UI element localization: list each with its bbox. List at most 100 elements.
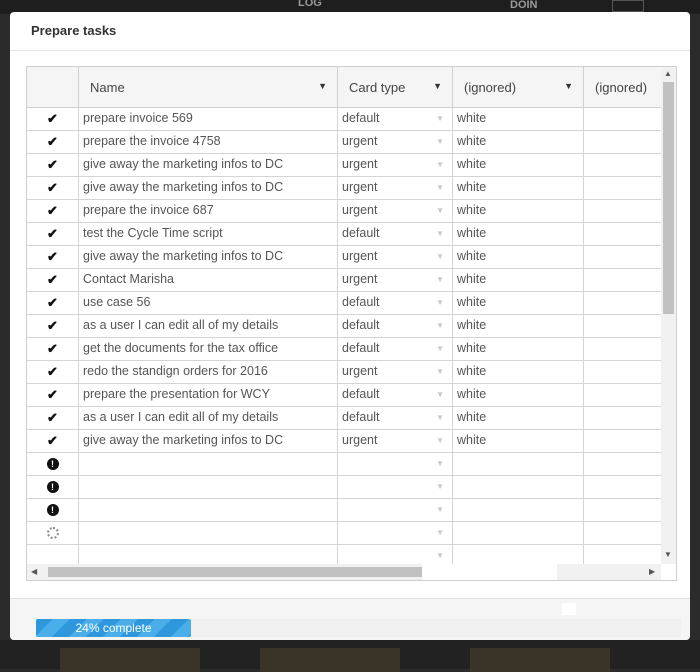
dropdown-arrow-icon[interactable]: ▼ xyxy=(436,154,444,175)
ignored-cell-empty[interactable] xyxy=(584,430,661,452)
dropdown-arrow-icon[interactable]: ▼ xyxy=(436,384,444,405)
card-type-cell[interactable]: default ▼ xyxy=(338,338,453,360)
card-type-cell[interactable]: default ▼ xyxy=(338,384,453,406)
card-type-cell[interactable]: ▼ xyxy=(338,522,453,544)
table-row[interactable]: ✔ give away the marketing infos to DC urge… xyxy=(27,246,661,269)
table-row[interactable]: ! ▼ xyxy=(27,453,661,476)
card-type-cell[interactable]: default ▼ xyxy=(338,108,453,130)
ignored-cell[interactable]: white xyxy=(453,384,584,406)
ignored-cell-empty[interactable] xyxy=(584,522,661,544)
ignored-cell-empty[interactable] xyxy=(584,476,661,498)
column-header[interactable]: (ignored) ▼ xyxy=(453,67,584,107)
table-row[interactable]: ! ▼ xyxy=(27,476,661,499)
ignored-cell[interactable]: white xyxy=(453,361,584,383)
table-row[interactable]: ! ▼ xyxy=(27,499,661,522)
table-row[interactable]: ✔ prepare the presentation for WCY default… xyxy=(27,384,661,407)
card-type-cell[interactable]: ▼ xyxy=(338,476,453,498)
ignored-cell[interactable]: white xyxy=(453,430,584,452)
ignored-cell-empty[interactable] xyxy=(584,384,661,406)
scroll-up-icon[interactable]: ▲ xyxy=(664,69,672,78)
ignored-cell-empty[interactable] xyxy=(584,177,661,199)
table-row[interactable]: ✔ give away the marketing infos to DC urge… xyxy=(27,430,661,453)
table-row[interactable]: ✔ as a user I can edit all of my details d… xyxy=(27,315,661,338)
ignored-cell[interactable]: white xyxy=(453,108,584,130)
dropdown-arrow-icon[interactable]: ▼ xyxy=(436,499,444,520)
ignored-cell-empty[interactable] xyxy=(584,246,661,268)
table-row[interactable]: ✔ give away the marketing infos to DC urge… xyxy=(27,154,661,177)
table-row[interactable]: ✔ Contact Marisha urgent ▼ white xyxy=(27,269,661,292)
column-header[interactable]: (ignored) xyxy=(584,67,661,107)
ignored-cell[interactable]: white xyxy=(453,223,584,245)
ignored-cell[interactable] xyxy=(453,499,584,521)
name-cell[interactable]: give away the marketing infos to DC xyxy=(79,246,338,268)
card-type-cell[interactable]: urgent ▼ xyxy=(338,361,453,383)
dropdown-arrow-icon[interactable]: ▼ xyxy=(436,246,444,267)
column-header[interactable]: Card type ▼ xyxy=(338,67,453,107)
ignored-cell-empty[interactable] xyxy=(584,338,661,360)
column-menu-icon[interactable]: ▼ xyxy=(433,81,442,91)
name-cell[interactable]: as a user I can edit all of my details xyxy=(79,407,338,429)
ignored-cell-empty[interactable] xyxy=(584,453,661,475)
card-type-cell[interactable]: urgent ▼ xyxy=(338,131,453,153)
ignored-cell[interactable] xyxy=(453,476,584,498)
ignored-cell[interactable]: white xyxy=(453,131,584,153)
ignored-cell-empty[interactable] xyxy=(584,108,661,130)
card-type-cell[interactable]: default ▼ xyxy=(338,315,453,337)
name-cell[interactable]: use case 56 xyxy=(79,292,338,314)
card-type-cell[interactable]: urgent ▼ xyxy=(338,154,453,176)
name-cell[interactable]: prepare the invoice 687 xyxy=(79,200,338,222)
ignored-cell-empty[interactable] xyxy=(584,200,661,222)
card-type-cell[interactable]: default ▼ xyxy=(338,407,453,429)
vertical-scroll-thumb[interactable] xyxy=(663,82,674,314)
name-cell[interactable] xyxy=(79,499,338,521)
table-row[interactable]: ✔ prepare the invoice 687 urgent ▼ white xyxy=(27,200,661,223)
ignored-cell-empty[interactable] xyxy=(584,292,661,314)
table-row[interactable]: ✔ test the Cycle Time script default ▼ white xyxy=(27,223,661,246)
card-type-cell[interactable]: urgent ▼ xyxy=(338,269,453,291)
table-row[interactable]: ✔ give away the marketing infos to DC urge… xyxy=(27,177,661,200)
name-cell[interactable]: Contact Marisha xyxy=(79,269,338,291)
table-row[interactable]: ✔ redo the standign orders for 2016 urgent… xyxy=(27,361,661,384)
dropdown-arrow-icon[interactable]: ▼ xyxy=(436,453,444,474)
ignored-cell-empty[interactable] xyxy=(584,269,661,291)
name-cell[interactable]: give away the marketing infos to DC xyxy=(79,154,338,176)
name-cell[interactable]: prepare the invoice 4758 xyxy=(79,131,338,153)
dropdown-arrow-icon[interactable]: ▼ xyxy=(436,522,444,543)
ignored-cell-empty[interactable] xyxy=(584,407,661,429)
dropdown-arrow-icon[interactable]: ▼ xyxy=(436,292,444,313)
ignored-cell[interactable]: white xyxy=(453,200,584,222)
name-cell[interactable]: as a user I can edit all of my details xyxy=(79,315,338,337)
scroll-left-icon[interactable]: ◀ xyxy=(31,567,37,576)
name-cell[interactable] xyxy=(79,476,338,498)
card-type-cell[interactable]: default ▼ xyxy=(338,292,453,314)
ignored-cell[interactable]: white xyxy=(453,269,584,291)
ignored-cell[interactable]: white xyxy=(453,407,584,429)
dropdown-arrow-icon[interactable]: ▼ xyxy=(436,177,444,198)
name-cell[interactable]: give away the marketing infos to DC xyxy=(79,430,338,452)
ignored-cell-empty[interactable] xyxy=(584,154,661,176)
dropdown-arrow-icon[interactable]: ▼ xyxy=(436,476,444,497)
ignored-cell[interactable] xyxy=(453,522,584,544)
ignored-cell[interactable]: white xyxy=(453,154,584,176)
table-row[interactable]: ✔ prepare invoice 569 default ▼ white xyxy=(27,108,661,131)
name-cell[interactable]: prepare the presentation for WCY xyxy=(79,384,338,406)
name-cell[interactable] xyxy=(79,522,338,544)
dropdown-arrow-icon[interactable]: ▼ xyxy=(436,131,444,152)
dropdown-arrow-icon[interactable]: ▼ xyxy=(436,430,444,451)
name-cell[interactable]: redo the standign orders for 2016 xyxy=(79,361,338,383)
card-type-cell[interactable]: ▼ xyxy=(338,499,453,521)
ignored-cell-empty[interactable] xyxy=(584,315,661,337)
card-type-cell[interactable]: ▼ xyxy=(338,453,453,475)
card-type-cell[interactable]: urgent ▼ xyxy=(338,200,453,222)
ignored-cell[interactable]: white xyxy=(453,338,584,360)
dropdown-arrow-icon[interactable]: ▼ xyxy=(436,361,444,382)
ignored-cell[interactable]: white xyxy=(453,315,584,337)
scroll-right-icon[interactable]: ▶ xyxy=(649,567,655,576)
ignored-cell-empty[interactable] xyxy=(584,499,661,521)
column-menu-icon[interactable]: ▼ xyxy=(318,81,327,91)
dropdown-arrow-icon[interactable]: ▼ xyxy=(436,545,444,566)
table-row[interactable]: ✔ prepare the invoice 4758 urgent ▼ white xyxy=(27,131,661,154)
ignored-cell[interactable]: white xyxy=(453,292,584,314)
ignored-cell-empty[interactable] xyxy=(584,361,661,383)
card-type-cell[interactable]: urgent ▼ xyxy=(338,177,453,199)
